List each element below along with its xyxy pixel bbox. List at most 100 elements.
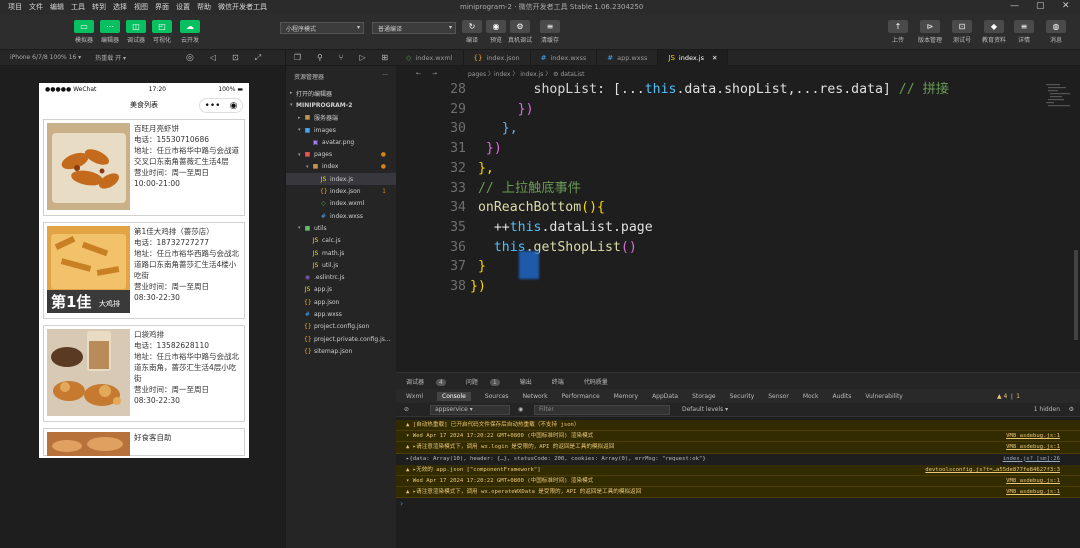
file-item[interactable]: {} app.json [286,296,396,308]
menu-item[interactable]: 设置 [176,2,190,12]
close-tab-icon[interactable]: ✕ [712,54,717,62]
console-tab[interactable]: Security [730,393,755,400]
close-icon[interactable]: ✕ [1062,1,1070,11]
compile-select[interactable]: 普通编译 ▾ [372,22,456,34]
console-tab[interactable]: Console [437,391,471,401]
toolbar-button[interactable]: ◍ 消息 [1044,20,1068,44]
file-item[interactable]: # index.wxss [286,210,396,222]
log-source-link[interactable]: VM8 asdebug.js:1 [1006,431,1060,441]
toolbar-button[interactable]: ↻ 编译 [460,20,484,44]
capsule-menu[interactable]: ••• ◉ [199,98,243,113]
file-item[interactable]: {} project.private.config.js... [286,333,396,345]
back-icon[interactable]: ← [416,70,421,77]
files-icon[interactable]: ❐ [294,53,301,62]
log-levels-select[interactable]: Default levels ▾ [682,406,728,413]
folder-item[interactable]: ▾ ■ pages ● [286,148,396,160]
warning-count[interactable]: ▲ 4 ❘ 1 [997,393,1020,400]
shop-card[interactable]: 百旺月亮虾饼 电话：15530710686 地址：任丘市裕华中路与会战道交叉口东南角… [43,119,245,216]
console-tab[interactable]: Performance [562,393,600,400]
console-log-row[interactable]: ▲ ▸无效的 app.json ["componentFramework"] de… [396,464,1080,476]
more-icon[interactable]: ··· [382,72,388,81]
log-source-link[interactable]: VM8 asdebug.js:1 [1006,487,1060,497]
screenshot-icon[interactable]: ⊡ [232,53,239,62]
open-editors-section[interactable]: ▸ 打开的编辑器 [286,87,396,99]
toolbar-button[interactable]: ☁ 云开发 [178,20,202,44]
mode-select[interactable]: 小程序模式 ▾ [280,22,364,34]
project-section[interactable]: ▾ MINIPROGRAM-2 [286,99,396,111]
hot-reload-select[interactable]: 热重载 开 ▾ [95,53,126,62]
search-icon[interactable]: ⚲ [317,53,323,62]
console-tab[interactable]: Storage [692,393,715,400]
toolbar-button[interactable]: ◫ 调试器 [124,20,148,44]
console-tab[interactable]: Network [523,393,548,400]
devtools-tab[interactable]: 终端 [552,377,574,386]
extensions-icon[interactable]: ⊞ [381,53,388,62]
console-log-row[interactable]: ▲ ▸请注意渲染模式下，调用 wx.operateWXData 是受限的，API… [396,487,1080,499]
console-tab[interactable]: Mock [803,393,819,400]
device-select[interactable]: iPhone 6/7/8 100% 16 ▾ [10,54,81,61]
minimap[interactable] [1044,80,1074,180]
folder-item[interactable]: ▾ ■ utils [286,222,396,234]
toolbar-button[interactable]: ◉ 预览 [484,20,508,44]
file-item[interactable]: ▣ avatar.png [286,136,396,148]
console-tab[interactable]: Wxml [406,393,423,400]
devtools-tab[interactable]: 问题 1 [466,377,510,386]
file-item[interactable]: ◇ index.wxml [286,198,396,210]
editor-scrollbar[interactable] [1074,250,1078,340]
console-tab[interactable]: Sensor [768,393,789,400]
console-settings-icon[interactable]: ⚙ [1069,406,1074,413]
console-tab[interactable]: Audits [832,393,851,400]
file-item[interactable]: JS calc.js [286,235,396,247]
file-item[interactable]: JS util.js [286,259,396,271]
console-prompt[interactable]: › [400,499,403,508]
menu-item[interactable]: 转到 [92,2,106,12]
debug-icon[interactable]: ▷ [359,53,365,62]
menu-item[interactable]: 工具 [71,2,85,12]
toolbar-button[interactable]: ▭ 模拟器 [72,20,96,44]
toolbar-button[interactable]: ⊳ 版本管理 [918,20,942,44]
menu-item[interactable]: 界面 [155,2,169,12]
toolbar-button[interactable]: ◆ 教育资料 [982,20,1006,44]
log-source-link[interactable]: devtoolsconfig.js?t=…a55de877fe84627f3:3 [925,465,1060,475]
more-icon[interactable]: ••• [205,101,221,111]
devtools-tab[interactable]: 输出 [520,377,542,386]
editor-tab[interactable]: ◇ index.wxml [396,50,464,66]
file-item[interactable]: {} index.json 1 [286,185,396,197]
console-log-row[interactable]: ▲ ▸请注意渲染模式下，调用 wx.login 是受限的，API 的返回是工具的… [396,442,1080,454]
eye-icon[interactable]: ◉ [518,406,523,413]
maximize-icon[interactable]: ▢ [1036,1,1045,11]
volume-icon[interactable]: ◁ [210,53,216,62]
shop-card[interactable]: 好食客自助 [43,428,245,456]
menu-item[interactable]: 微信开发者工具 [218,2,267,12]
file-item[interactable]: JS math.js [286,247,396,259]
console-tab[interactable]: Memory [614,393,638,400]
exit-icon[interactable]: ◉ [230,101,238,111]
popout-icon[interactable]: ⤢ [255,53,261,63]
file-item[interactable]: JS index.js [286,173,396,186]
editor-tab[interactable]: JS index.js ✕ [658,50,729,66]
folder-item[interactable]: ▾ ■ images [286,124,396,136]
clear-console-icon[interactable]: ⊘ [404,406,409,413]
minimize-icon[interactable]: — [1010,1,1019,11]
file-item[interactable]: JS app.js [286,284,396,296]
toolbar-button[interactable]: ↑ 上传 [886,20,910,44]
menu-item[interactable]: 项目 [8,2,22,12]
file-item[interactable]: ◉ .eslintrc.js [286,271,396,283]
log-source-link[interactable]: index.js? [sm]:26 [1003,454,1060,465]
editor-tab[interactable]: # app.wxss [597,50,659,66]
menu-item[interactable]: 选择 [113,2,127,12]
toolbar-button[interactable]: ⊡ 测试号 [950,20,974,44]
menu-item[interactable]: 文件 [29,2,43,12]
file-item[interactable]: {} project.config.json [286,321,396,333]
forward-icon[interactable]: → [432,70,437,77]
toolbar-button[interactable]: ◰ 可视化 [150,20,174,44]
filter-input[interactable]: Filter [534,405,670,415]
folder-item[interactable]: ▾ ■ index ● [286,161,396,173]
log-source-link[interactable]: VM8 asdebug.js:1 [1006,442,1060,452]
menu-item[interactable]: 编辑 [50,2,64,12]
console-tab[interactable]: Sources [485,393,509,400]
console-log-row[interactable]: ▾ Wed Apr 17 2024 17:20:22 GMT+0800 (中国标… [396,431,1080,443]
console-log-row[interactable]: ▾ Wed Apr 17 2024 17:20:22 GMT+0800 (中国标… [396,475,1080,488]
devtools-tab[interactable]: 代码质量 [584,377,618,386]
log-source-link[interactable]: VM8 asdebug.js:1 [1006,476,1060,486]
